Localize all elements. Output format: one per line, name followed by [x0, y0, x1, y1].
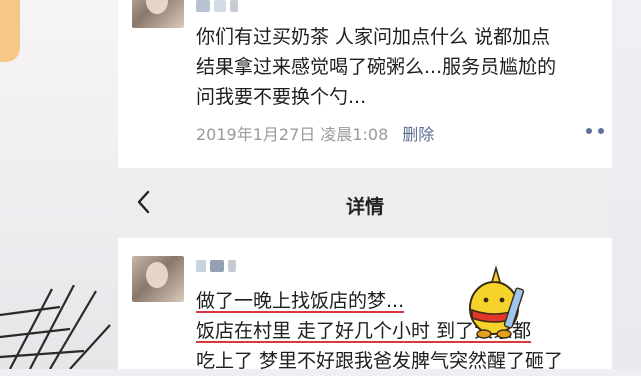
post-text-line: 吃上了 梦里不好跟我爸发脾气突然醒了砸了 — [196, 350, 564, 372]
post-meta: 2019年1月27日 凌晨1:08 删除 — [196, 121, 434, 145]
post-text-line: 你们有过买奶茶 人家问加点什么 说都加点 — [196, 26, 551, 48]
navigation-bar: 详情 — [118, 168, 612, 238]
yellow-mascot-sticker — [469, 265, 525, 339]
avatar[interactable] — [132, 256, 184, 302]
post-text: 做了一晚上找饭店的梦... 饭店在村里 走了好几个小时 到了大家都 吃上了 梦里… — [196, 286, 606, 376]
username-blurred[interactable] — [196, 0, 238, 12]
background-right-edge — [611, 0, 641, 369]
post-item: 做了一晚上找饭店的梦... 饭店在村里 走了好几个小时 到了大家都 吃上了 梦里… — [118, 238, 612, 372]
avatar[interactable] — [132, 0, 184, 28]
page-title: 详情 — [345, 196, 384, 218]
background-decoration — [0, 0, 20, 62]
post-text-line: 做了一晚上找饭店的梦... — [196, 286, 606, 316]
username-blurred[interactable] — [196, 260, 236, 272]
background-sketch-decoration — [0, 285, 111, 369]
post-text-line: 结果拿过来感觉喝了碗粥么...服务员尴尬的 — [196, 56, 557, 78]
post-text-line: 饭店在村里 走了好几个小时 到了大家都 — [196, 316, 606, 346]
post-item: 你们有过买奶茶 人家问加点什么 说都加点 结果拿过来感觉喝了碗粥么...服务员尴… — [118, 0, 612, 166]
post-text: 你们有过买奶茶 人家问加点什么 说都加点 结果拿过来感觉喝了碗粥么...服务员尴… — [196, 22, 606, 112]
phone-screen: 你们有过买奶茶 人家问加点什么 说都加点 结果拿过来感觉喝了碗粥么...服务员尴… — [118, 0, 612, 372]
post-timestamp: 2019年1月27日 凌晨1:08 — [196, 125, 389, 144]
post-text-underlined: 做了一晚上找饭店的梦... — [196, 290, 405, 312]
more-dots-icon[interactable] — [586, 128, 604, 134]
delete-link[interactable]: 删除 — [402, 121, 434, 145]
post-text-line: 问我要不要换个勺... — [196, 86, 367, 108]
